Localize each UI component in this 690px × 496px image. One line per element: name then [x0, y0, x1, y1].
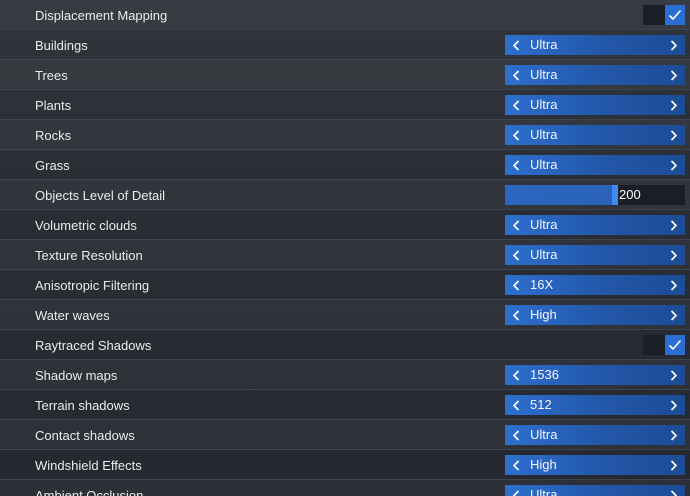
texture-resolution-selector: Ultra	[505, 245, 685, 265]
ambient-occlusion-selector: Ultra	[505, 485, 685, 496]
setting-row-windshield-effects: Windshield Effects High	[0, 450, 690, 480]
slider-handle[interactable]	[612, 185, 618, 205]
chevron-right-icon[interactable]	[663, 155, 685, 175]
slider-fill	[505, 185, 612, 205]
setting-row-trees: Trees Ultra	[0, 60, 690, 90]
chevron-left-icon[interactable]	[505, 245, 527, 265]
chevron-right-icon[interactable]	[663, 395, 685, 415]
anisotropic-filtering-value: 16X	[530, 277, 554, 292]
setting-row-terrain-shadows: Terrain shadows 512	[0, 390, 690, 420]
setting-row-water-waves: Water waves High	[0, 300, 690, 330]
chevron-left-icon[interactable]	[505, 365, 527, 385]
setting-row-volumetric-clouds: Volumetric clouds Ultra	[0, 210, 690, 240]
setting-row-shadow-maps: Shadow maps 1536	[0, 360, 690, 390]
setting-label-plants: Plants	[35, 98, 72, 113]
buildings-value: Ultra	[530, 37, 558, 52]
setting-label-trees: Trees	[35, 68, 68, 83]
setting-label-grass: Grass	[35, 158, 70, 173]
chevron-right-icon[interactable]	[663, 455, 685, 475]
chevron-right-icon[interactable]	[663, 35, 685, 55]
setting-row-texture-resolution: Texture Resolution Ultra	[0, 240, 690, 270]
shadow-maps-selector: 1536	[505, 365, 685, 385]
chevron-left-icon[interactable]	[505, 155, 527, 175]
contact-shadows-selector: Ultra	[505, 425, 685, 445]
setting-row-raytraced-shadows: Raytraced Shadows	[0, 330, 690, 360]
volumetric-clouds-value: Ultra	[530, 217, 558, 232]
chevron-right-icon[interactable]	[663, 215, 685, 235]
chevron-right-icon[interactable]	[663, 125, 685, 145]
trees-selector: Ultra	[505, 65, 685, 85]
setting-label-windshield-effects: Windshield Effects	[35, 458, 142, 473]
setting-row-rocks: Rocks Ultra	[0, 120, 690, 150]
chevron-right-icon[interactable]	[663, 425, 685, 445]
setting-row-objects-level-of-detail: Objects Level of Detail 200	[0, 180, 690, 210]
setting-label-raytraced-shadows: Raytraced Shadows	[35, 338, 152, 353]
raytraced-shadows-checkbox[interactable]	[643, 335, 685, 355]
buildings-selector: Ultra	[505, 35, 685, 55]
grass-value: Ultra	[530, 157, 558, 172]
plants-value: Ultra	[530, 97, 558, 112]
setting-label-objects-level-of-detail: Objects Level of Detail	[35, 188, 166, 203]
setting-label-volumetric-clouds: Volumetric clouds	[35, 218, 137, 233]
plants-selector: Ultra	[505, 95, 685, 115]
terrain-shadows-selector: 512	[505, 395, 685, 415]
objects-level-of-detail-slider[interactable]: 200	[505, 185, 685, 205]
windshield-effects-value: High	[530, 457, 557, 472]
checkmark-icon	[665, 335, 685, 355]
setting-row-anisotropic-filtering: Anisotropic Filtering 16X	[0, 270, 690, 300]
setting-label-texture-resolution: Texture Resolution	[35, 248, 143, 263]
shadow-maps-value: 1536	[530, 367, 559, 382]
trees-value: Ultra	[530, 67, 558, 82]
texture-resolution-value: Ultra	[530, 247, 558, 262]
setting-label-contact-shadows: Contact shadows	[35, 428, 135, 443]
rocks-value: Ultra	[530, 127, 558, 142]
setting-label-terrain-shadows: Terrain shadows	[35, 398, 130, 413]
chevron-left-icon[interactable]	[505, 35, 527, 55]
volumetric-clouds-selector: Ultra	[505, 215, 685, 235]
chevron-right-icon[interactable]	[663, 275, 685, 295]
setting-label-water-waves: Water waves	[35, 308, 110, 323]
chevron-left-icon[interactable]	[505, 305, 527, 325]
objects-level-of-detail-value: 200	[619, 187, 641, 202]
rocks-selector: Ultra	[505, 125, 685, 145]
chevron-right-icon[interactable]	[663, 485, 685, 496]
grass-selector: Ultra	[505, 155, 685, 175]
contact-shadows-value: Ultra	[530, 427, 558, 442]
chevron-left-icon[interactable]	[505, 65, 527, 85]
anisotropic-filtering-selector: 16X	[505, 275, 685, 295]
chevron-right-icon[interactable]	[663, 65, 685, 85]
setting-row-plants: Plants Ultra	[0, 90, 690, 120]
chevron-right-icon[interactable]	[663, 305, 685, 325]
chevron-left-icon[interactable]	[505, 485, 527, 496]
setting-label-anisotropic-filtering: Anisotropic Filtering	[35, 278, 150, 293]
setting-row-buildings: Buildings Ultra	[0, 30, 690, 60]
chevron-right-icon[interactable]	[663, 365, 685, 385]
chevron-left-icon[interactable]	[505, 275, 527, 295]
terrain-shadows-value: 512	[530, 397, 552, 412]
chevron-right-icon[interactable]	[663, 95, 685, 115]
water-waves-selector: High	[505, 305, 685, 325]
chevron-left-icon[interactable]	[505, 395, 527, 415]
setting-label-buildings: Buildings	[35, 38, 88, 53]
graphics-settings-list: Displacement Mapping Buildings Ultra Trees U…	[0, 0, 690, 496]
chevron-left-icon[interactable]	[505, 215, 527, 235]
chevron-right-icon[interactable]	[663, 245, 685, 265]
setting-row-grass: Grass Ultra	[0, 150, 690, 180]
windshield-effects-selector: High	[505, 455, 685, 475]
water-waves-value: High	[530, 307, 557, 322]
setting-row-displacement-mapping: Displacement Mapping	[0, 0, 690, 30]
displacement-mapping-checkbox[interactable]	[643, 5, 685, 25]
setting-label-displacement-mapping: Displacement Mapping	[35, 8, 168, 23]
setting-label-rocks: Rocks	[35, 128, 72, 143]
setting-row-ambient-occlusion: Ambient Occlusion Ultra	[0, 480, 690, 496]
ambient-occlusion-value: Ultra	[530, 487, 558, 496]
setting-row-contact-shadows: Contact shadows Ultra	[0, 420, 690, 450]
chevron-left-icon[interactable]	[505, 125, 527, 145]
chevron-left-icon[interactable]	[505, 425, 527, 445]
setting-label-shadow-maps: Shadow maps	[35, 368, 118, 383]
chevron-left-icon[interactable]	[505, 95, 527, 115]
chevron-left-icon[interactable]	[505, 455, 527, 475]
checkmark-icon	[665, 5, 685, 25]
setting-label-ambient-occlusion: Ambient Occlusion	[35, 488, 144, 496]
